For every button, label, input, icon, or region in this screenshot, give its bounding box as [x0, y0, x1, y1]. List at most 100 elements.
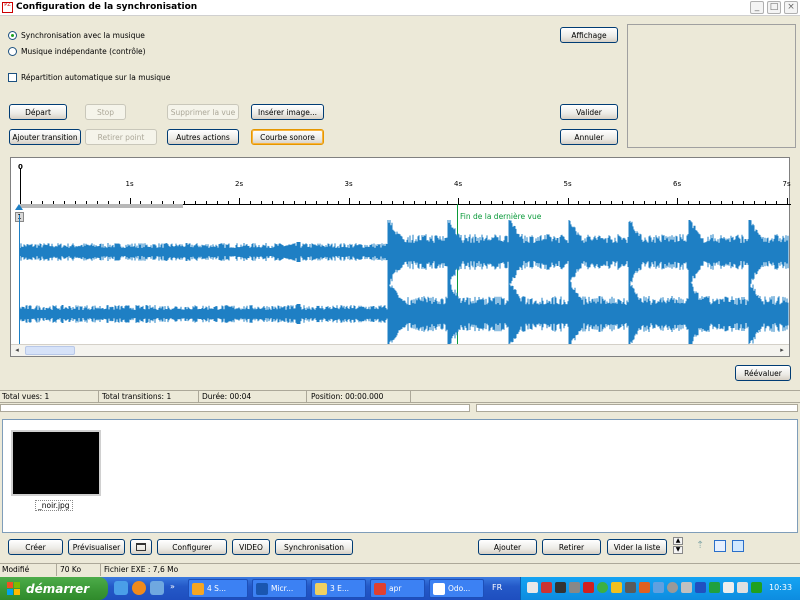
total-views: Total vues: 1	[2, 392, 50, 401]
ruler-minor-tick	[720, 201, 722, 204]
insert-image-button[interactable]: Insérer image...	[251, 104, 324, 120]
independent-music-radio[interactable]	[8, 47, 17, 56]
quicklaunch-media-icon[interactable]	[150, 581, 164, 595]
ruler-minor-tick	[655, 201, 657, 204]
tray-icon-14[interactable]	[709, 582, 720, 593]
other-actions-button[interactable]: Autres actions	[167, 129, 239, 145]
tray-icon-7[interactable]	[611, 582, 622, 593]
quicklaunch-firefox-icon[interactable]	[132, 581, 146, 595]
stop-button[interactable]: Stop	[85, 104, 126, 120]
delete-view-button[interactable]: Supprimer la vue	[167, 104, 239, 120]
valider-button[interactable]: Valider	[560, 104, 618, 120]
ruler-minor-tick	[326, 201, 328, 204]
ruler-minor-tick	[337, 201, 339, 204]
ruler-minor-tick	[195, 201, 197, 204]
tray-icon-9[interactable]	[639, 582, 650, 593]
ruler-minor-tick	[293, 201, 295, 204]
sort-icon[interactable]: ⇡	[696, 540, 708, 552]
ruler-minor-tick	[534, 201, 536, 204]
tray-icon-15[interactable]	[723, 582, 734, 593]
ruler-minor-tick	[512, 201, 514, 204]
ruler-minor-tick	[611, 201, 613, 204]
image-thumbnail[interactable]	[11, 430, 101, 496]
quicklaunch-more-icon[interactable]: »	[170, 582, 175, 591]
ruler-tick	[677, 198, 678, 204]
task-item-2[interactable]: Micr...	[252, 579, 307, 598]
add-button[interactable]: Ajouter	[478, 539, 537, 555]
image-list-panel[interactable]: _noir.jpg	[2, 419, 798, 533]
clear-list-button[interactable]: Vider la liste	[607, 539, 667, 555]
close-button[interactable]: ×	[784, 1, 798, 14]
tray-icon-12[interactable]	[681, 582, 692, 593]
affichage-button[interactable]: Affichage	[560, 27, 618, 43]
maximize-button[interactable]: □	[767, 1, 781, 14]
tray-icon-8[interactable]	[625, 582, 636, 593]
create-button[interactable]: Créer	[8, 539, 63, 555]
ruler-minor-tick	[468, 201, 470, 204]
played-range-bar	[20, 204, 183, 208]
ruler-minor-tick	[249, 201, 251, 204]
remove-point-button[interactable]: Retirer point	[85, 129, 157, 145]
volume-icon[interactable]	[737, 582, 748, 593]
export-icon[interactable]	[732, 540, 744, 552]
ruler-minor-tick	[447, 201, 449, 204]
timeline-scrollbar[interactable]: ◂ ▸	[11, 344, 789, 356]
timeline-panel[interactable]: 0 1s2s3s4s5s6s7s 1 Fin de la dernière vu…	[10, 157, 791, 357]
window-mode-button[interactable]	[130, 539, 152, 555]
annuler-button[interactable]: Annuler	[560, 129, 618, 145]
scroll-right-icon[interactable]: ▸	[777, 346, 787, 355]
task-item-3[interactable]: 3 E...	[311, 579, 366, 598]
image-thumbnail-label: _noir.jpg	[35, 500, 73, 511]
auto-distribute-checkbox[interactable]	[8, 73, 17, 82]
quicklaunch-ie-icon[interactable]	[114, 581, 128, 595]
progress-strip-right	[476, 404, 798, 412]
tray-icon-11[interactable]	[667, 582, 678, 593]
sync-music-radio[interactable]	[8, 31, 17, 40]
grid-view-icon[interactable]	[714, 540, 726, 552]
task-item-5[interactable]: Odo...	[429, 579, 484, 598]
ruler-minor-tick	[479, 201, 481, 204]
move-down-icon[interactable]: ▼	[673, 546, 683, 554]
ruler-minor-tick	[403, 201, 405, 204]
start-button[interactable]: démarrer	[0, 577, 108, 600]
auto-distribute-label: Répartition automatique sur la musique	[21, 73, 171, 82]
task-item-4[interactable]: apr	[370, 579, 425, 598]
tray-icon-13[interactable]	[695, 582, 706, 593]
tray-icon-5[interactable]	[583, 582, 594, 593]
sound-curve-button[interactable]: Courbe sonore	[251, 129, 324, 145]
position-cursor-icon[interactable]	[15, 204, 23, 210]
tray-icon-4[interactable]	[569, 582, 580, 593]
ruler-minor-tick	[436, 201, 438, 204]
ruler-minor-tick	[698, 201, 700, 204]
ruler-minor-tick	[271, 201, 273, 204]
progress-strip	[0, 404, 470, 412]
ruler-minor-tick	[633, 201, 635, 204]
reevaluate-button[interactable]: Réévaluer	[735, 365, 791, 381]
preview-panel	[627, 24, 796, 148]
minimize-button[interactable]: _	[750, 1, 764, 14]
network-icon[interactable]	[751, 582, 762, 593]
ruler-tick	[239, 198, 240, 204]
scroll-thumb[interactable]	[25, 346, 75, 355]
add-transition-button[interactable]: Ajouter transition	[9, 129, 81, 145]
remove-button[interactable]: Retirer	[542, 539, 601, 555]
task-item-1[interactable]: 4 S...	[188, 579, 248, 598]
scroll-left-icon[interactable]: ◂	[12, 346, 22, 355]
ruler-minor-tick	[753, 201, 755, 204]
synchronisation-button[interactable]: Synchronisation	[275, 539, 353, 555]
depart-button[interactable]: Départ	[9, 104, 67, 120]
ruler-minor-tick	[622, 201, 624, 204]
language-indicator[interactable]: FR	[492, 583, 502, 592]
ruler-tick-label: 5s	[563, 180, 572, 188]
tray-icon-3[interactable]	[555, 582, 566, 593]
preview-button[interactable]: Prévisualiser	[68, 539, 125, 555]
configure-button[interactable]: Configurer	[157, 539, 227, 555]
video-button[interactable]: VIDEO	[232, 539, 270, 555]
tray-icon-10[interactable]	[653, 582, 664, 593]
tray-icon-1[interactable]	[527, 582, 538, 593]
move-up-icon[interactable]: ▲	[673, 537, 683, 545]
tray-icon-2[interactable]	[541, 582, 552, 593]
tray-icon-6[interactable]	[597, 582, 608, 593]
ruler-minor-tick	[578, 201, 580, 204]
ruler-minor-tick	[414, 201, 416, 204]
